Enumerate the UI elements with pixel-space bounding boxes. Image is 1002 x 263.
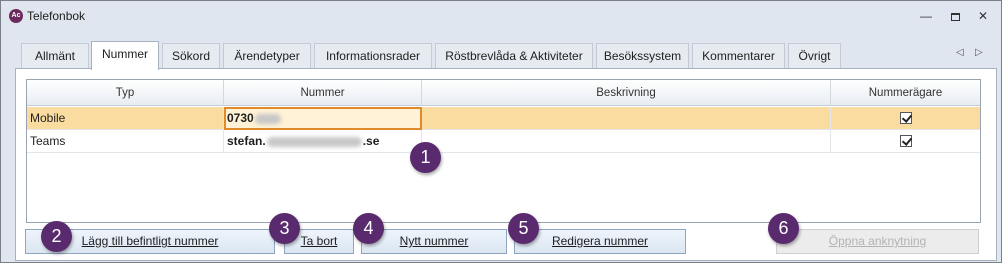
tab-strip: Allmänt Nummer Sökord Ärendetyper Inform… <box>15 41 999 70</box>
tab-rostbrevlada[interactable]: Röstbrevlåda & Aktiviteter <box>435 43 593 69</box>
column-header-typ[interactable]: Typ <box>27 80 224 106</box>
table-row[interactable]: Mobile 0730 <box>27 107 980 130</box>
tab-allmant[interactable]: Allmänt <box>21 43 89 69</box>
number-prefix: 0730 <box>227 111 254 125</box>
callout-badge-1: 1 <box>410 142 441 173</box>
tab-sokord[interactable]: Sökord <box>162 43 220 69</box>
cell-beskrivning[interactable] <box>422 130 831 153</box>
edit-number-button[interactable]: Redigera nummer <box>514 229 686 254</box>
app-icon: Ac <box>9 9 23 23</box>
tab-arendetyper[interactable]: Ärendetyper <box>223 43 311 69</box>
tab-scroll-left-icon[interactable]: ◁ <box>956 47 964 58</box>
callout-badge-5: 5 <box>508 213 539 244</box>
close-icon[interactable]: ✕ <box>974 8 992 24</box>
cell-nummeragare[interactable] <box>831 130 980 153</box>
cell-beskrivning[interactable] <box>422 107 831 130</box>
column-header-beskrivning[interactable]: Beskrivning <box>422 80 831 106</box>
cell-nummeragare[interactable] <box>831 107 980 130</box>
cell-typ[interactable]: Teams <box>27 130 224 153</box>
callout-badge-6: 6 <box>768 213 799 244</box>
tab-scroll-right-icon[interactable]: ▷ <box>975 47 983 58</box>
redacted-block <box>266 136 362 147</box>
open-extension-button[interactable]: Öppna anknytning <box>776 229 979 254</box>
number-suffix: .se <box>362 134 380 148</box>
cell-nummer[interactable]: 0730 <box>224 107 422 130</box>
tab-ovrigt[interactable]: Övrigt <box>788 43 841 69</box>
owner-checkbox[interactable] <box>899 111 912 124</box>
tab-besokssystem[interactable]: Besökssystem <box>596 43 689 69</box>
maximize-icon[interactable] <box>946 8 964 24</box>
callout-badge-2: 2 <box>41 221 72 252</box>
window-title: Telefonbok <box>27 9 86 23</box>
column-header-nummeragare[interactable]: Nummerägare <box>831 80 980 106</box>
callout-badge-3: 3 <box>269 213 300 244</box>
tab-nummer[interactable]: Nummer <box>91 41 159 70</box>
callout-badge-4: 4 <box>353 213 384 244</box>
cell-nummer[interactable]: stefan. .se <box>224 130 422 153</box>
tab-informationsrader[interactable]: Informationsrader <box>314 43 432 69</box>
table-row[interactable]: Teams stefan. .se <box>27 130 980 153</box>
numbers-grid: Typ Nummer Beskrivning Nummerägare Mobil… <box>26 79 981 223</box>
minimize-icon[interactable]: — <box>917 8 935 24</box>
cell-typ[interactable]: Mobile <box>27 107 224 130</box>
title-bar: Ac Telefonbok — ✕ <box>1 1 1001 31</box>
telefonbok-window: Ac Telefonbok — ✕ Allmänt Nummer Sökord … <box>0 0 1002 263</box>
column-header-nummer[interactable]: Nummer <box>224 80 422 106</box>
redacted-block <box>254 113 281 124</box>
owner-checkbox[interactable] <box>899 134 912 147</box>
number-prefix: stefan. <box>227 134 266 148</box>
tab-kommentarer[interactable]: Kommentarer <box>692 43 785 69</box>
grid-header: Typ Nummer Beskrivning Nummerägare <box>27 80 980 106</box>
